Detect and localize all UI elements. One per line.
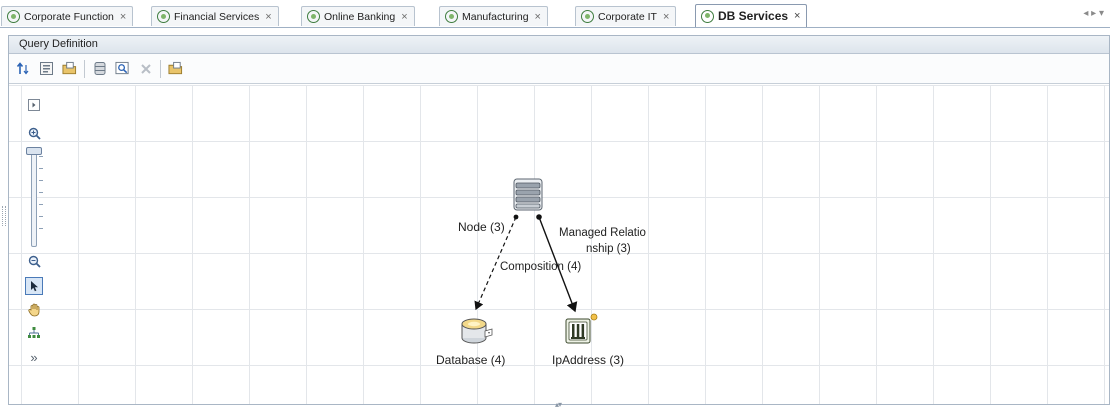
tab-label: Manufacturing bbox=[462, 10, 529, 23]
close-icon[interactable]: × bbox=[663, 11, 669, 23]
tab-label: Corporate Function bbox=[24, 10, 114, 23]
tab-online-banking[interactable]: Online Banking × bbox=[301, 6, 415, 26]
ipaddress-node-icon[interactable] bbox=[563, 313, 599, 349]
delete-icon[interactable] bbox=[137, 60, 154, 77]
ipaddress-label: IpAddress (3) bbox=[552, 353, 625, 367]
diagram-canvas[interactable]: » Node (3) Managed Relatio nship (3) Com… bbox=[9, 85, 1109, 404]
open-icon[interactable] bbox=[167, 60, 184, 77]
tab-label: DB Services bbox=[718, 9, 789, 23]
open-folder-icon[interactable] bbox=[61, 60, 78, 77]
tab-strip: Corporate Function × Financial Services … bbox=[0, 0, 1110, 28]
tab-label: Online Banking bbox=[324, 10, 396, 23]
tab-db-services[interactable]: DB Services × bbox=[695, 4, 808, 27]
toolbar-separator bbox=[160, 59, 161, 78]
close-icon[interactable]: × bbox=[120, 11, 126, 23]
toolbar-separator bbox=[84, 59, 85, 78]
close-icon[interactable]: × bbox=[535, 11, 541, 23]
preview-icon[interactable] bbox=[114, 60, 131, 77]
resize-grip[interactable] bbox=[2, 206, 6, 226]
view-icon bbox=[7, 10, 20, 23]
managed-relationship-label-cont: nship (3) bbox=[586, 243, 631, 255]
tab-scroll-arrows[interactable]: ◂ ▸ ▾ bbox=[1083, 8, 1104, 19]
properties-icon[interactable] bbox=[38, 60, 55, 77]
view-icon bbox=[445, 10, 458, 23]
database-node-icon[interactable] bbox=[461, 316, 495, 349]
managed-relationship-label: Managed Relatio bbox=[559, 227, 646, 239]
tab-corporate-it[interactable]: Corporate IT × bbox=[575, 6, 677, 26]
tab-financial-services[interactable]: Financial Services × bbox=[151, 6, 279, 26]
sort-up-icon[interactable] bbox=[15, 60, 32, 77]
tab-label: Financial Services bbox=[174, 10, 260, 23]
view-icon bbox=[701, 9, 714, 23]
bottom-resize-grip[interactable]: ▴▾ bbox=[555, 400, 562, 409]
tab-corporate-function[interactable]: Corporate Function × bbox=[1, 6, 134, 26]
view-icon bbox=[581, 10, 594, 23]
toolbar bbox=[9, 54, 1109, 84]
database-icon[interactable] bbox=[91, 60, 108, 77]
database-label: Database (4) bbox=[436, 353, 506, 367]
panel-title: Query Definition bbox=[19, 38, 98, 50]
close-icon[interactable]: × bbox=[401, 11, 407, 23]
view-icon bbox=[157, 10, 170, 23]
tab-label: Corporate IT bbox=[598, 10, 657, 23]
view-icon bbox=[307, 10, 320, 23]
query-definition-panel: Query Definition » Node (3) Managed Rela… bbox=[8, 35, 1110, 405]
node-label: Node (3) bbox=[458, 220, 505, 234]
tab-manufacturing[interactable]: Manufacturing × bbox=[439, 6, 548, 26]
panel-header: Query Definition bbox=[9, 36, 1109, 54]
close-icon[interactable]: × bbox=[794, 10, 800, 22]
composition-label: Composition (4) bbox=[500, 261, 582, 273]
node-icon[interactable] bbox=[513, 178, 543, 214]
close-icon[interactable]: × bbox=[265, 11, 271, 23]
